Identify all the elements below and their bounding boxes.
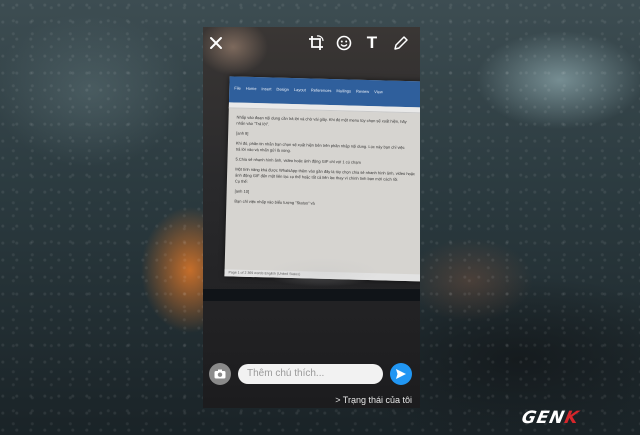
desk-reflection [263,257,383,287]
document-line: 5.Chia sẻ nhanh hình ảnh, video hoặc ảnh… [235,156,361,165]
document-tab: Home [245,85,257,92]
monitor-document: File Home Insert Design Layout Reference… [224,76,420,282]
editor-toolbar: T [203,27,420,59]
monitor-taskbar [203,289,420,301]
genk-watermark-logo: GENK [520,408,581,428]
document-line: [anh 10] [234,188,250,194]
document-tab: File [234,85,241,91]
send-icon[interactable] [390,363,412,385]
photo-preview: File Home Insert Design Layout Reference… [203,27,420,408]
document-tab: References [310,87,332,94]
document-tab: Insert [261,86,272,92]
caption-input[interactable]: Thêm chú thích... [238,364,383,384]
document-body: Nhấp vào đoạn nội dung cần trả lời và ch… [226,108,420,215]
document-tabs: File Home Insert Design Layout Reference… [234,85,420,95]
caption-bar: Thêm chú thích... [203,360,420,390]
text-icon[interactable]: T [362,33,382,53]
document-tab: View [374,89,383,95]
document-tab: Design [276,86,289,92]
document-tab: Review [355,88,370,95]
crop-rotate-icon[interactable] [306,33,326,53]
my-status-link[interactable]: > Trạng thái của tôi [335,395,412,405]
emoji-icon[interactable] [334,33,354,53]
phone-screen: File Home Insert Design Layout Reference… [203,27,420,408]
document-line: Bạn chỉ việc nhấp vào biểu tượng "Status… [234,198,315,206]
document-tab: Layout [293,87,307,93]
document-line: [anh 9] [236,130,249,136]
camera-icon[interactable] [209,363,231,385]
document-tab: Mailings [336,88,352,94]
logo-text: GEN [519,408,567,428]
pencil-icon[interactable] [391,33,411,53]
close-icon[interactable] [206,33,226,53]
